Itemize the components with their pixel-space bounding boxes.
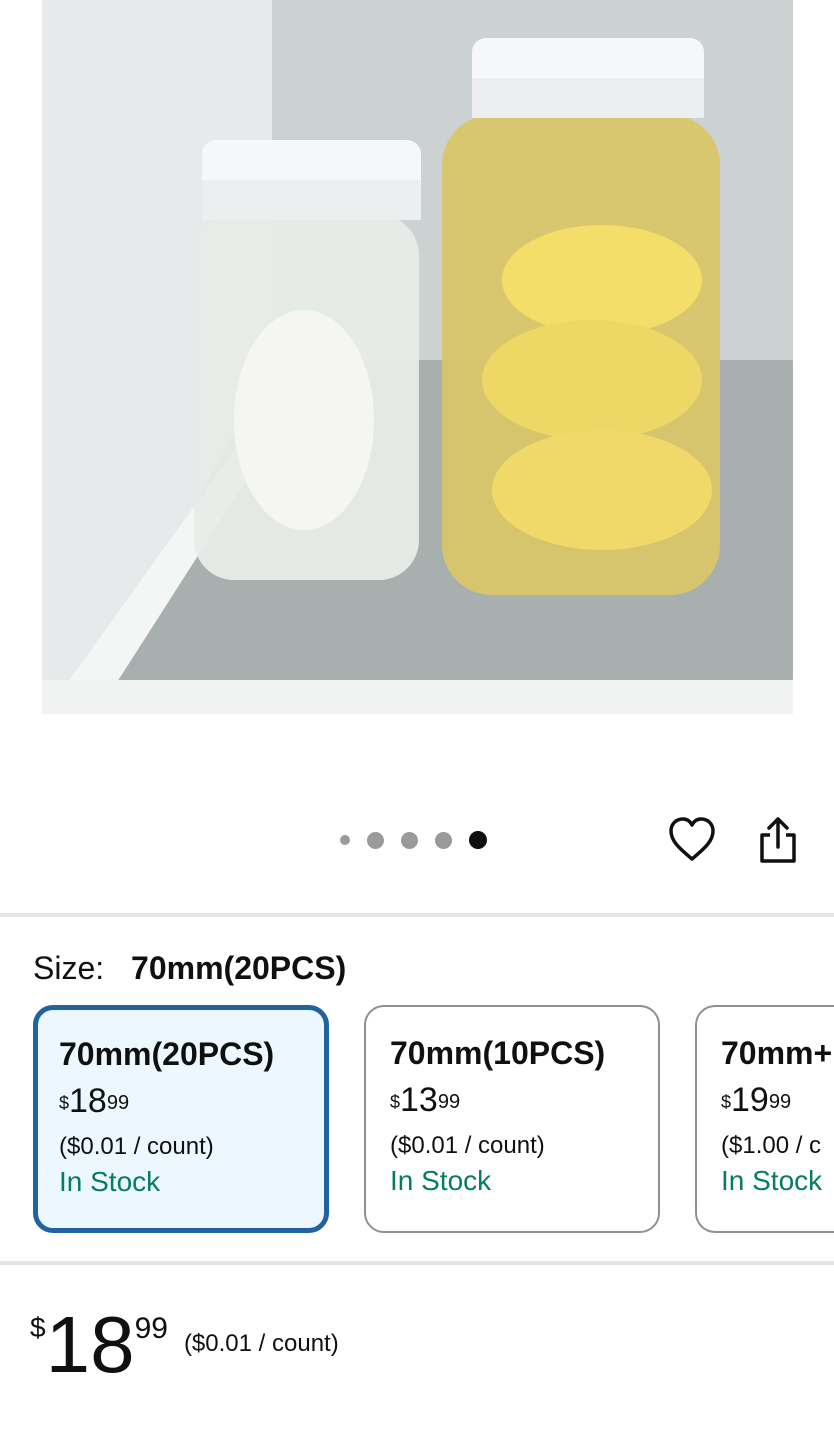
divider (0, 913, 834, 917)
product-photo (42, 0, 793, 714)
option-price: $1899 (59, 1082, 130, 1120)
carousel-dots (340, 830, 487, 850)
option-unit-price: ($0.01 / count) (59, 1133, 214, 1160)
option-unit-price: ($0.01 / count) (390, 1132, 545, 1159)
price-whole: 18 (45, 1300, 135, 1389)
carousel-dot-active[interactable] (469, 831, 487, 849)
option-name: 70mm+ (721, 1035, 833, 1071)
carousel-dot[interactable] (340, 835, 350, 845)
heart-icon[interactable] (667, 815, 717, 865)
option-price: $1399 (390, 1081, 461, 1119)
size-option-10pcs[interactable]: 70mm(10PCS) $1399 ($0.01 / count) In Sto… (364, 1005, 660, 1233)
option-name: 70mm(20PCS) (59, 1036, 275, 1072)
share-icon[interactable] (755, 815, 801, 865)
carousel-dot[interactable] (401, 831, 418, 849)
size-selector-label: Size: 70mm(20PCS) (33, 948, 346, 988)
option-price: $1999 (721, 1081, 792, 1119)
option-stock-status: In Stock (390, 1165, 492, 1196)
option-name: 70mm(10PCS) (390, 1035, 606, 1071)
product-image[interactable] (42, 0, 793, 714)
price-display: $1899 ($0.01 / count) (30, 1300, 339, 1390)
size-option-20pcs[interactable]: 70mm(20PCS) $1899 ($0.01 / count) In Sto… (33, 1005, 329, 1233)
size-label: Size: (33, 950, 105, 986)
price-currency: $ (30, 1312, 46, 1343)
divider (0, 1261, 834, 1265)
option-stock-status: In Stock (721, 1165, 823, 1196)
size-option-70mm-plus[interactable]: 70mm+ $1999 ($1.00 / c In Stock (695, 1005, 834, 1233)
price-cents: 99 (134, 1312, 168, 1345)
option-stock-status: In Stock (59, 1166, 161, 1197)
carousel-dot[interactable] (435, 831, 452, 849)
option-unit-price: ($1.00 / c (721, 1132, 822, 1159)
price-unit: ($0.01 / count) (183, 1330, 339, 1357)
size-selected-value: 70mm(20PCS) (131, 950, 347, 986)
carousel-dot[interactable] (367, 831, 384, 849)
